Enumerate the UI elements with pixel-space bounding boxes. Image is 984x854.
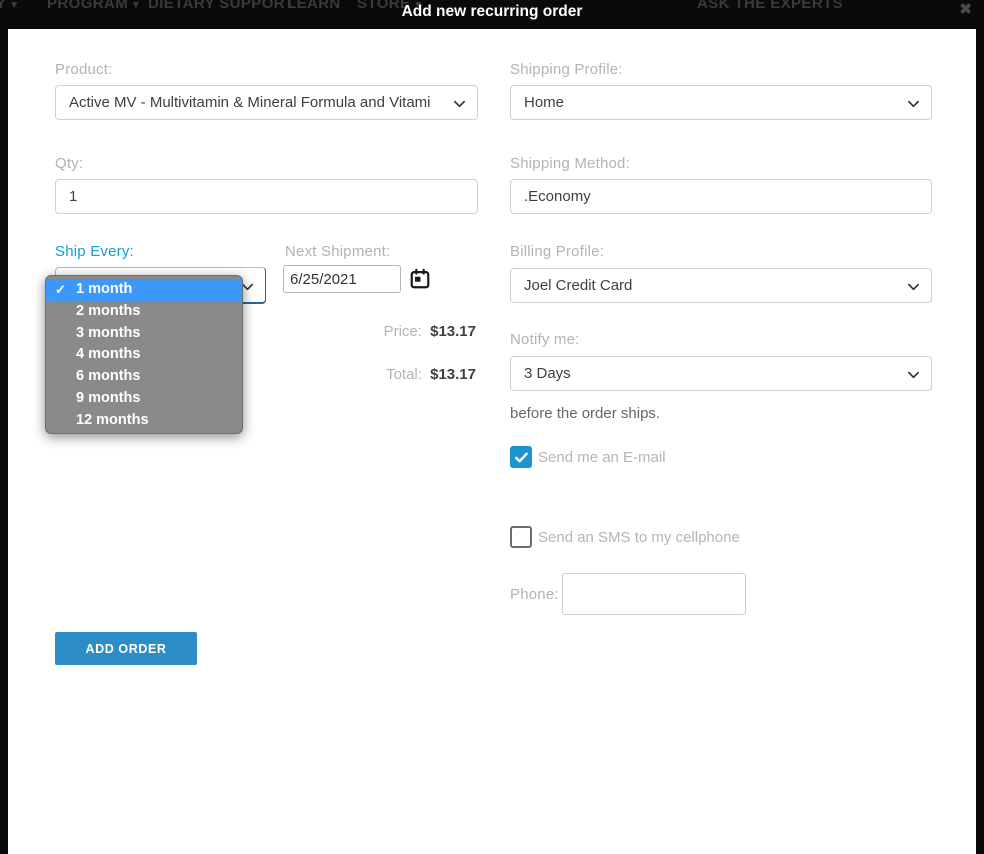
add-recurring-order-modal: Product: Active MV - Multivitamin & Mine…: [8, 29, 976, 854]
sms-optin-label: Send an SMS to my cellphone: [538, 529, 740, 546]
qty-label: Qty:: [55, 155, 83, 172]
total-label: Total:: [386, 366, 422, 383]
product-label: Product:: [55, 61, 112, 78]
total-value: $13.17: [430, 366, 476, 383]
phone-input[interactable]: [562, 573, 746, 615]
price-value: $13.17: [430, 323, 476, 340]
notify-me-label: Notify me:: [510, 331, 580, 348]
add-order-button[interactable]: ADD ORDER: [55, 632, 197, 665]
dropdown-option-4-months[interactable]: 4 months: [46, 344, 242, 366]
billing-profile-select[interactable]: Joel Credit Card: [510, 268, 932, 303]
next-shipment-date-input[interactable]: [283, 265, 401, 293]
shipping-profile-select[interactable]: Home: [510, 85, 932, 120]
dropdown-option-6-months[interactable]: 6 months: [46, 366, 242, 388]
checkbox-unchecked-icon[interactable]: [510, 526, 532, 548]
sms-optin-row[interactable]: Send an SMS to my cellphone: [510, 526, 740, 548]
dropdown-option-12-months[interactable]: 12 months: [46, 410, 242, 432]
dropdown-option-9-months[interactable]: 9 months: [46, 388, 242, 410]
notify-me-select-value: 3 Days: [524, 365, 571, 382]
shipping-method-label: Shipping Method:: [510, 155, 630, 172]
qty-input[interactable]: [55, 179, 478, 214]
before-order-ships-text: before the order ships.: [510, 405, 660, 422]
chevron-down-icon: [453, 97, 466, 114]
product-select-value: Active MV - Multivitamin & Mineral Formu…: [69, 94, 431, 111]
billing-profile-select-value: Joel Credit Card: [524, 277, 632, 294]
total-row: Total: $13.17: [258, 366, 476, 383]
ship-every-label: Ship Every:: [55, 243, 134, 260]
close-icon[interactable]: ✖: [959, 0, 972, 18]
billing-profile-label: Billing Profile:: [510, 243, 604, 260]
email-optin-label: Send me an E-mail: [538, 449, 666, 466]
email-optin-row[interactable]: Send me an E-mail: [510, 446, 666, 468]
phone-label: Phone:: [510, 586, 559, 603]
product-select[interactable]: Active MV - Multivitamin & Mineral Formu…: [55, 85, 478, 120]
shipping-method-input[interactable]: [510, 179, 932, 214]
dropdown-option-1-month[interactable]: ✓1 month: [46, 279, 242, 301]
next-shipment-label: Next Shipment:: [285, 243, 390, 260]
shipping-profile-select-value: Home: [524, 94, 564, 111]
price-row: Price: $13.17: [258, 323, 476, 340]
checkbox-checked-icon[interactable]: [510, 446, 532, 468]
ship-every-dropdown: ✓1 month 2 months 3 months 4 months 6 mo…: [45, 275, 243, 434]
shipping-profile-label: Shipping Profile:: [510, 61, 623, 78]
dropdown-option-2-months[interactable]: 2 months: [46, 301, 242, 323]
check-icon: ✓: [55, 279, 66, 301]
calendar-icon[interactable]: [409, 268, 431, 295]
chevron-down-icon: [907, 368, 920, 385]
dropdown-option-3-months[interactable]: 3 months: [46, 323, 242, 345]
notify-me-select[interactable]: 3 Days: [510, 356, 932, 391]
chevron-down-icon: [907, 97, 920, 114]
chevron-down-icon: [907, 280, 920, 297]
price-label: Price:: [384, 323, 422, 340]
modal-title: Add new recurring order: [0, 3, 984, 21]
